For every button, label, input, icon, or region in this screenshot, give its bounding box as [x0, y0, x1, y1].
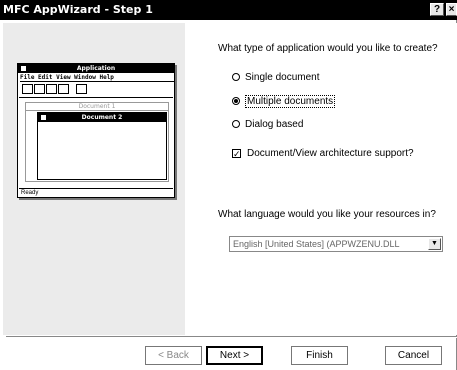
cancel-button[interactable]: Cancel	[385, 346, 442, 365]
preview-mdi-client: Document 1 Document 2	[19, 97, 173, 186]
radio-label: Single document	[245, 71, 320, 83]
preview-menu-bar: File Edit View Window Help	[20, 73, 174, 82]
back-button[interactable]: < Back	[145, 346, 202, 365]
preview-system-menu-icon	[20, 65, 27, 72]
preview-toolbar-button	[76, 84, 87, 94]
next-button[interactable]: Next >	[206, 346, 263, 365]
preview-doc2-system-icon	[40, 114, 47, 121]
help-button[interactable]: ?	[430, 3, 444, 16]
preview-app-titlebar: Application	[18, 64, 174, 73]
preview-app-title: Application	[76, 65, 116, 72]
radio-label: Dialog based	[245, 118, 304, 130]
language-select[interactable]: English [United States] (APPWZENU.DLL ▼	[229, 236, 443, 252]
preview-doc1-title: Document 1	[26, 103, 168, 111]
preview-doc2-title: Document 2	[38, 113, 166, 122]
window-title: MFC AppWizard - Step 1	[3, 3, 153, 16]
dropdown-arrow-icon[interactable]: ▼	[428, 238, 441, 250]
docview-checkbox[interactable]: ✓	[232, 148, 241, 158]
docview-checkbox-row[interactable]: ✓ Document/View architecture support?	[232, 146, 414, 160]
close-button[interactable]: ×	[446, 3, 457, 16]
radio-dialog-based[interactable]: Dialog based	[232, 117, 303, 131]
language-question: What language would you like your resour…	[218, 209, 436, 220]
preview-panel: Application File Edit View Window Help D…	[3, 23, 185, 335]
app-type-question: What type of application would you like …	[218, 43, 438, 54]
language-selected-value: English [United States] (APPWZENU.DLL	[233, 239, 400, 249]
options-panel	[185, 23, 457, 335]
preview-toolbar-button	[58, 84, 69, 94]
preview-status-bar: Ready	[19, 188, 173, 197]
radio-label: Multiple documents	[245, 94, 336, 108]
radio-single-document[interactable]: Single document	[232, 70, 320, 84]
radio-button[interactable]	[232, 97, 240, 105]
title-bar: MFC AppWizard - Step 1 ? ×	[0, 0, 457, 20]
appwizard-dialog: MFC AppWizard - Step 1 ? × Application F…	[0, 0, 457, 370]
preview-toolbar-button	[34, 84, 45, 94]
radio-multiple-documents[interactable]: Multiple documents	[232, 94, 336, 108]
radio-button[interactable]	[232, 73, 240, 81]
radio-button[interactable]	[232, 120, 240, 128]
docview-label: Document/View architecture support?	[247, 147, 414, 159]
preview-document-2: Document 2	[37, 112, 167, 180]
mdi-preview-illustration: Application File Edit View Window Help D…	[17, 63, 175, 198]
preview-toolbar-button	[22, 84, 33, 94]
finish-button[interactable]: Finish	[291, 346, 348, 365]
preview-toolbar-button	[46, 84, 57, 94]
button-divider	[6, 336, 457, 338]
